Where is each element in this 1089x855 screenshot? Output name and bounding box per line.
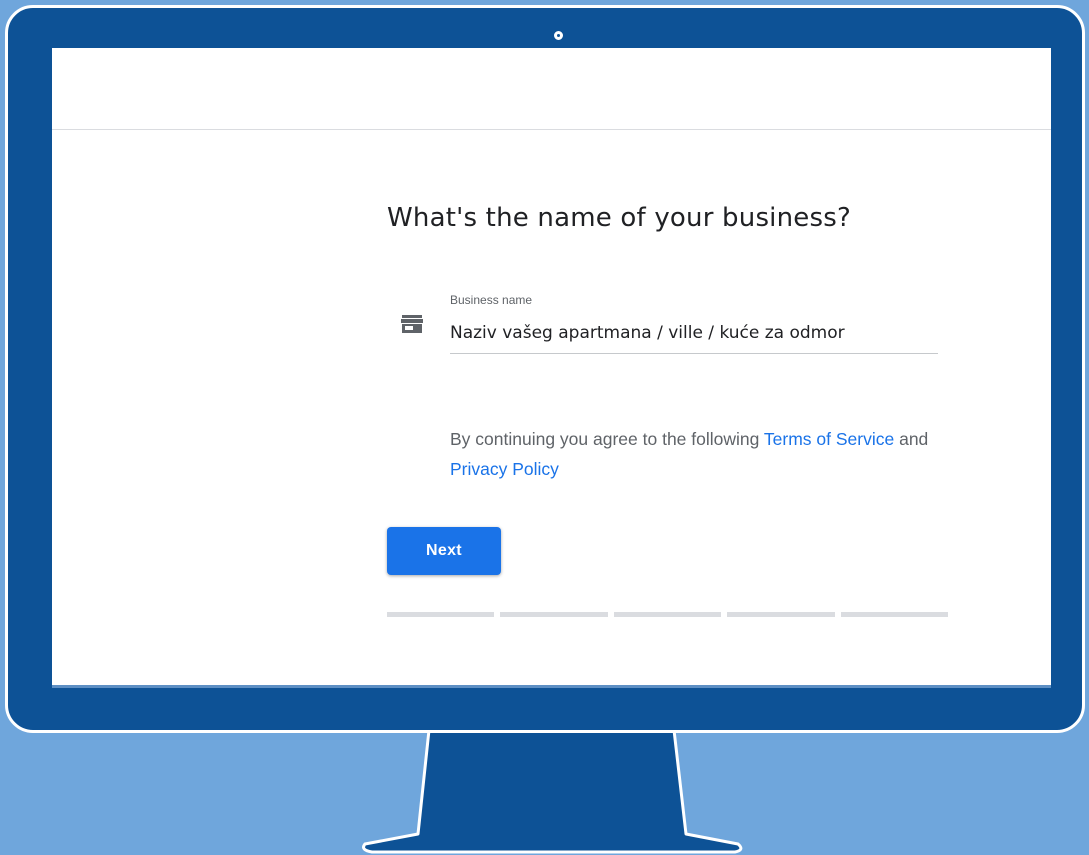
- business-name-label: Business name: [450, 293, 533, 307]
- camera-icon: [554, 31, 563, 40]
- screen-bottom-border: [52, 685, 1051, 688]
- header-bar: [52, 48, 1051, 130]
- terms-middle: and: [894, 429, 929, 449]
- progress-step: [500, 612, 608, 617]
- progress-step: [387, 612, 495, 617]
- page-title: What's the name of your business?: [387, 203, 851, 233]
- privacy-policy-link[interactable]: Privacy Policy: [450, 459, 559, 479]
- progress-step: [613, 612, 722, 617]
- progress-bar: [387, 612, 949, 617]
- business-name-input[interactable]: [450, 320, 938, 354]
- progress-step: [840, 612, 949, 617]
- store-icon: [401, 315, 423, 333]
- terms-prefix: By continuing you agree to the following: [450, 429, 764, 449]
- terms-of-service-link[interactable]: Terms of Service: [764, 429, 894, 449]
- screen: What's the name of your business? Busine…: [52, 48, 1051, 688]
- progress-step: [727, 612, 835, 617]
- terms-text: By continuing you agree to the following…: [450, 424, 950, 484]
- next-button[interactable]: Next: [387, 527, 501, 575]
